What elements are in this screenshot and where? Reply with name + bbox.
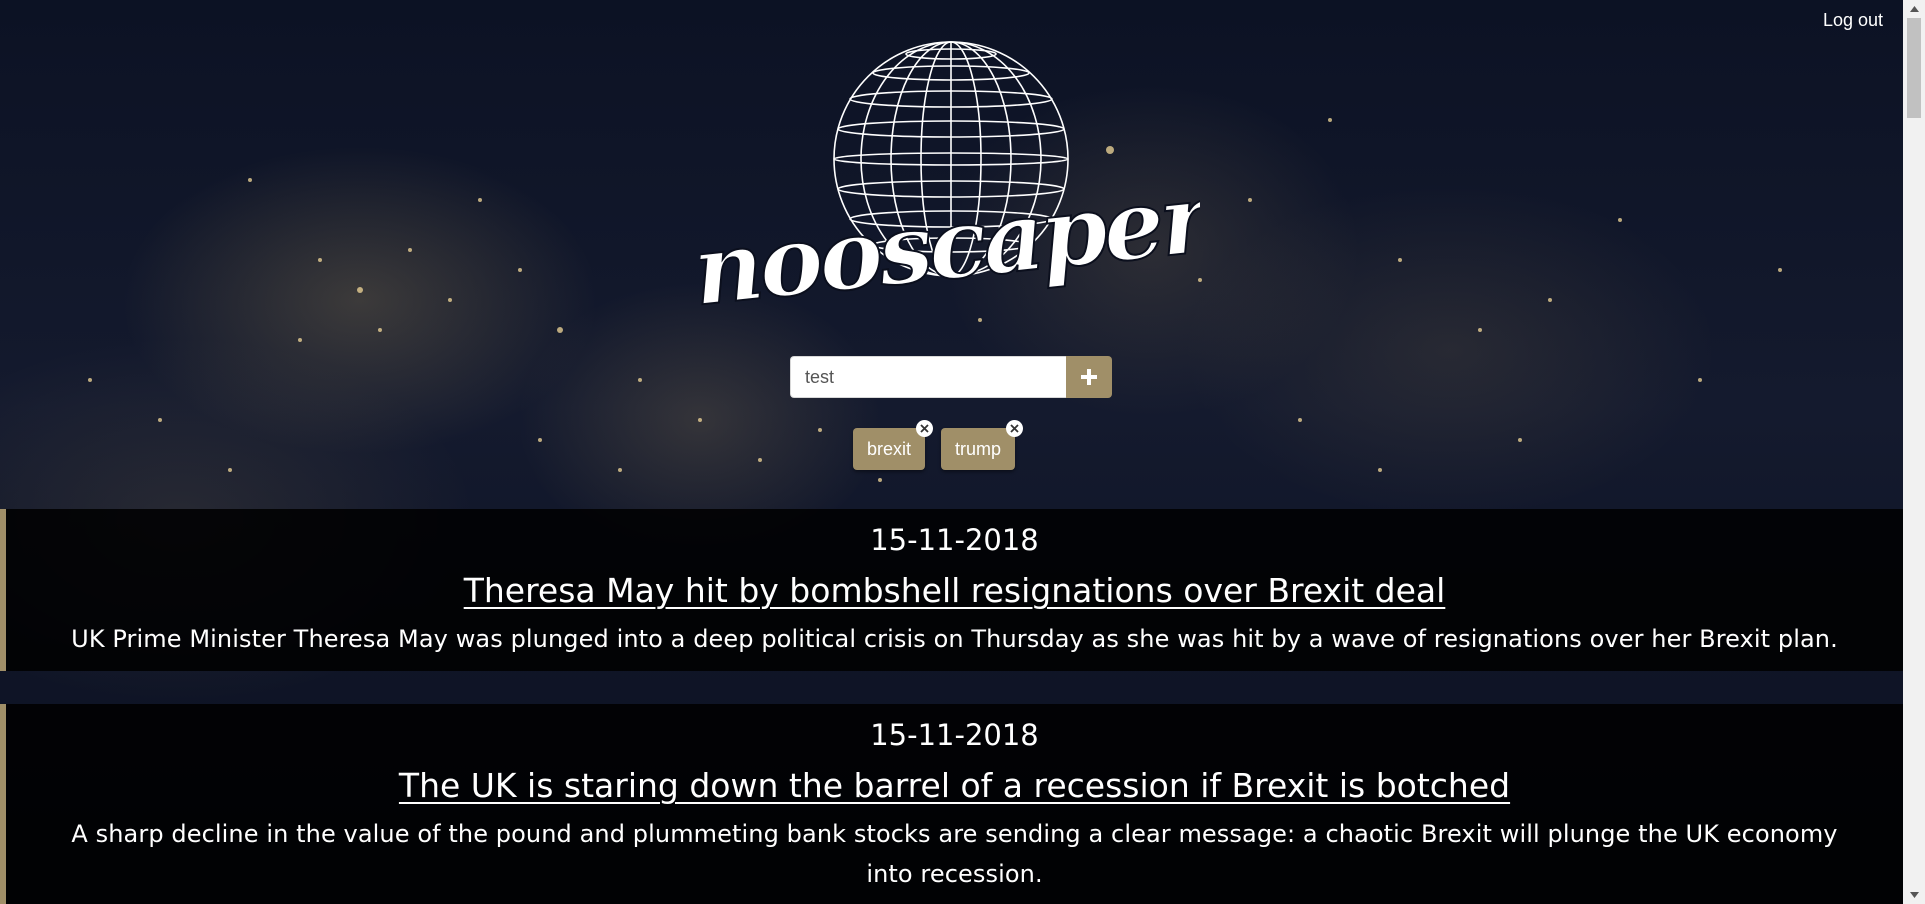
caret-down-icon bbox=[1909, 892, 1919, 898]
logout-link[interactable]: Log out bbox=[1823, 10, 1883, 31]
keyword-tags: brexit trump bbox=[853, 420, 1024, 470]
article-title-link[interactable]: Theresa May hit by bombshell resignation… bbox=[464, 571, 1446, 611]
vertical-scrollbar[interactable] bbox=[1903, 0, 1925, 904]
globe-logo-icon: nooscaper bbox=[687, 41, 1223, 329]
tag-remove-button[interactable] bbox=[1006, 420, 1024, 437]
close-icon bbox=[920, 424, 929, 433]
tag-label: trump bbox=[955, 438, 1002, 459]
scrollbar-thumb[interactable] bbox=[1907, 18, 1921, 118]
search-input[interactable] bbox=[790, 356, 1066, 398]
plus-icon bbox=[1081, 369, 1097, 385]
scroll-up-button[interactable] bbox=[1903, 0, 1925, 18]
article-title-link[interactable]: The UK is staring down the barrel of a r… bbox=[399, 766, 1510, 806]
caret-up-icon bbox=[1909, 6, 1919, 12]
article-date: 15-11-2018 bbox=[870, 718, 1039, 752]
tag-remove-button[interactable] bbox=[916, 420, 934, 437]
close-icon bbox=[1010, 424, 1019, 433]
add-keyword-button[interactable] bbox=[1066, 356, 1112, 398]
tag-brexit: brexit bbox=[853, 420, 934, 470]
article-summary: A sharp decline in the value of the poun… bbox=[71, 820, 1838, 888]
article-date: 15-11-2018 bbox=[870, 523, 1039, 557]
article-summary: UK Prime Minister Theresa May was plunge… bbox=[71, 625, 1838, 653]
article-card: 15-11-2018 Theresa May hit by bombshell … bbox=[0, 509, 1903, 671]
scroll-down-button[interactable] bbox=[1903, 886, 1925, 904]
nooscaper-logo: nooscaper bbox=[687, 36, 1223, 329]
tag-trump: trump bbox=[941, 420, 1024, 470]
article-card: 15-11-2018 The UK is staring down the ba… bbox=[0, 704, 1903, 904]
search-bar bbox=[790, 356, 1112, 398]
logo-wordmark: nooscaper bbox=[700, 160, 1200, 326]
tag-label: brexit bbox=[867, 438, 912, 459]
